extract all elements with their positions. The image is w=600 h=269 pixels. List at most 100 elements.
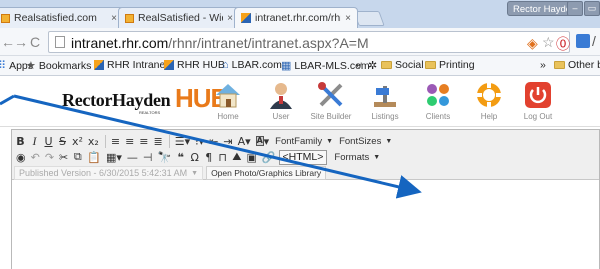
outdent-icon[interactable]: ⇤ [207, 134, 220, 149]
folder-icon [554, 61, 565, 69]
tab-intranet[interactable]: intranet.rhr.com/rhnr/intr × [234, 7, 358, 28]
rhr-favicon-icon [241, 13, 251, 23]
bookmark-folder-other[interactable]: Other boo [554, 59, 600, 71]
reload-icon[interactable]: C [30, 34, 40, 50]
extension-icon[interactable] [576, 34, 590, 48]
superscript-button[interactable]: x² [70, 134, 85, 149]
maximize-button[interactable]: ▭ [584, 1, 600, 16]
align-justify-icon[interactable]: ≣ [152, 134, 165, 149]
nav-listings[interactable]: Listings [363, 80, 407, 121]
bookmarks-bar: ⠿ Apps ★ Bookmarks RHR Intranet RHR HUB ⌂ L… [0, 56, 600, 76]
edit-icon[interactable]: / [592, 33, 596, 49]
lifebuoy-icon [477, 83, 501, 107]
star-icon: ★ [26, 60, 36, 72]
italic-button[interactable]: I [28, 134, 41, 149]
minimize-button[interactable]: – [567, 1, 583, 16]
subscript-button[interactable]: x₂ [86, 134, 101, 149]
html-source-button[interactable]: <HTML> [278, 149, 328, 165]
close-tab-icon[interactable]: × [227, 13, 233, 24]
bookmark-folder-printing[interactable]: Printing [425, 59, 475, 71]
folder-icon [425, 61, 436, 69]
font-color-icon[interactable]: A▾ [236, 134, 253, 149]
lbar-icon: ⌂ [222, 59, 229, 71]
strikethrough-button[interactable]: S [56, 134, 69, 149]
logo-rector-hayden: RectorHayden [62, 90, 171, 110]
bookmark-label: Other boo [568, 59, 600, 71]
tab-realsatisfied-widget[interactable]: RealSatisfied - Widget Co × [118, 7, 240, 28]
url-path: /rhnr/intranet/intranet.aspx?A=M [168, 35, 369, 51]
chevron-down-icon: ▼ [373, 153, 381, 161]
realsatisfied-favicon-icon [1, 13, 10, 23]
quote-icon[interactable]: ❝ [174, 150, 187, 165]
tab-label: intranet.rhr.com/rhnr/intr [255, 12, 341, 24]
bullet-list-icon[interactable]: ☰▾ [173, 134, 192, 149]
nav-log-out[interactable]: Log Out [516, 80, 560, 121]
bookmark-extension-1[interactable]: ⤶ [356, 59, 365, 72]
horizontal-rule-icon[interactable]: — [125, 150, 140, 165]
nav-label: Help [480, 112, 498, 121]
redo-icon[interactable]: ↷ [43, 150, 56, 165]
bookmark-extension-2[interactable]: ✲ [368, 59, 380, 72]
font-family-dropdown[interactable]: FontFamily ▼ [272, 134, 336, 149]
bookmark-lbar[interactable]: ⌂ LBAR.com [222, 59, 282, 71]
listings-icon [374, 86, 396, 107]
table-icon[interactable]: ▦▾ [104, 150, 124, 165]
image-icon[interactable]: ⛰ [230, 150, 243, 165]
indent-icon[interactable]: ⇥ [221, 134, 234, 149]
bold-button[interactable]: B [14, 134, 27, 149]
open-library-button[interactable]: Open Photo/Graphics Library [206, 166, 327, 180]
link-icon[interactable]: 🔗 [260, 150, 278, 165]
nav-label: Listings [371, 112, 399, 121]
find-icon[interactable]: 🔭 [155, 150, 173, 165]
align-center-icon[interactable]: ≡ [123, 134, 136, 149]
preview-icon[interactable]: ◉ [14, 150, 28, 165]
nav-home[interactable]: Home [206, 80, 250, 121]
home-icon [216, 84, 240, 108]
site-header: RectorHayden REALTORS HUB Home User Site… [0, 77, 600, 127]
published-version-select[interactable]: Published Version - 6/30/2015 5:42:31 AM… [14, 166, 204, 180]
bookmark-icon[interactable]: ⊓ [216, 150, 229, 165]
bookmarks-overflow[interactable]: » [540, 59, 546, 71]
bookmark-rhr-intranet[interactable]: RHR Intranet [94, 59, 168, 71]
paste-icon[interactable]: 📋 [85, 150, 103, 165]
page-icon [55, 36, 65, 48]
folder-icon [381, 61, 392, 69]
bookmark-star-icon[interactable]: ☆ [542, 34, 555, 51]
align-right-icon[interactable]: ≡ [137, 134, 150, 149]
bookmark-rhr-hub[interactable]: RHR HUB [164, 59, 225, 71]
toolbar-row-1: B I U S x² x₂ ≡ ≡ ≡ ≣ ☰▾ ⁝▾ ⇤ ⇥ A▾ A ▾ Fo… [14, 133, 395, 149]
pinterest-icon[interactable]: ⓪ [556, 34, 570, 54]
font-sizes-dropdown[interactable]: FontSizes ▼ [336, 134, 395, 149]
close-tab-icon[interactable]: × [345, 13, 351, 24]
highlight-color-icon[interactable]: A ▾ [254, 134, 272, 149]
paragraph-icon[interactable]: ¶ [202, 150, 215, 165]
editor-content-area[interactable] [12, 181, 599, 269]
url-text[interactable]: intranet.rhr.com/rhnr/intranet/intranet.… [71, 35, 369, 51]
page-break-icon[interactable]: ⊣ [141, 150, 155, 165]
nav-clients[interactable]: Clients [416, 80, 460, 121]
address-bar[interactable]: intranet.rhr.com/rhnr/intranet/intranet.… [48, 31, 570, 53]
special-character-icon[interactable]: Ω [188, 150, 201, 165]
copy-icon[interactable]: ⧉ [71, 150, 84, 165]
translate-icon[interactable]: ◈ [527, 35, 538, 52]
formats-dropdown[interactable]: Formats ▼ [331, 150, 383, 165]
apps-grid-icon: ⠿ [0, 60, 7, 72]
clients-icon [427, 84, 449, 106]
close-tab-icon[interactable]: × [111, 13, 117, 24]
align-left-icon[interactable]: ≡ [109, 134, 122, 149]
tab-realsatisfied[interactable]: Realsatisfied.com × [0, 7, 124, 28]
underline-button[interactable]: U [42, 134, 55, 149]
bookmark-folder-social[interactable]: Social [381, 59, 424, 71]
forward-arrow-icon[interactable]: → [14, 34, 28, 50]
bookmark-bookmarks[interactable]: ★ Bookmarks [26, 59, 92, 73]
bookmark-label: Bookmarks [38, 59, 92, 72]
nav-site-builder[interactable]: Site Builder [309, 80, 353, 121]
numbered-list-icon[interactable]: ⁝▾ [193, 134, 206, 149]
undo-icon[interactable]: ↶ [29, 150, 42, 165]
media-icon[interactable]: ▣ [244, 150, 258, 165]
back-arrow-icon[interactable]: ← [1, 34, 15, 50]
tab-label: RealSatisfied - Widget Co [138, 12, 223, 24]
cut-icon[interactable]: ✂ [57, 150, 70, 165]
nav-help[interactable]: Help [467, 80, 511, 121]
nav-user[interactable]: User [259, 80, 303, 121]
